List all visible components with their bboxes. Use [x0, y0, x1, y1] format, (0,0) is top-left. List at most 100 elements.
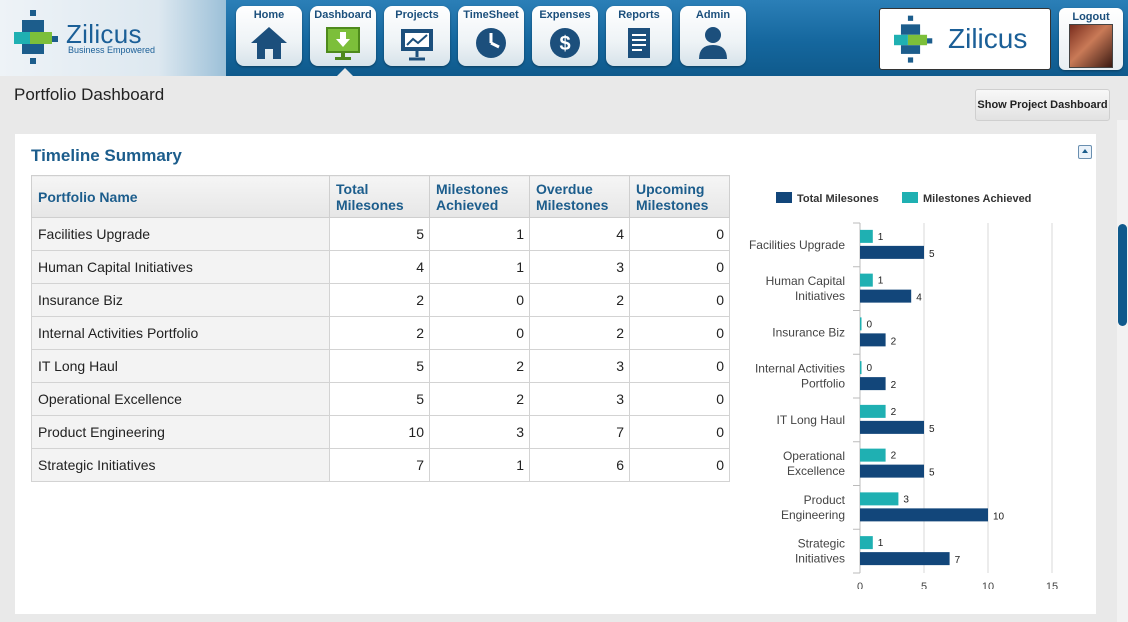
avatar	[1069, 24, 1113, 68]
bar-total	[860, 420, 924, 434]
cell-portfolio-name: Human Capital Initiatives	[31, 250, 330, 284]
cell-value: 2	[429, 349, 530, 383]
legend-swatch-achieved	[902, 192, 918, 203]
data-label-total: 7	[955, 555, 961, 566]
cell-portfolio-name: Facilities Upgrade	[31, 217, 330, 251]
bar-achieved	[860, 404, 886, 418]
table-row[interactable]: IT Long Haul 5 2 3 0	[31, 349, 730, 383]
zilicus-logo-icon	[14, 10, 58, 64]
bar-total	[860, 464, 924, 478]
data-label-achieved: 1	[878, 232, 884, 243]
category-label: Insurance Biz	[772, 325, 845, 339]
cell-portfolio-name: Strategic Initiatives	[31, 448, 330, 482]
bar-achieved	[860, 492, 899, 506]
table-header-row: Portfolio Name Total Milesones Milestone…	[31, 175, 730, 218]
projects-icon	[401, 29, 433, 61]
col-header-total-milestones[interactable]: Total Milesones	[329, 175, 430, 218]
legend-swatch-total	[776, 192, 792, 203]
col-header-upcoming-milestones[interactable]: Upcoming Milestones	[629, 175, 730, 218]
nav-timesheet[interactable]: TimeSheet	[458, 6, 524, 66]
home-icon	[251, 27, 287, 59]
col-header-overdue-milestones[interactable]: Overdue Milestones	[529, 175, 630, 218]
report-icon	[628, 28, 650, 58]
cell-portfolio-name: Insurance Biz	[31, 283, 330, 317]
scrollbar-track[interactable]	[1117, 120, 1128, 622]
cell-value: 3	[529, 382, 630, 416]
cell-value: 0	[429, 316, 530, 350]
bar-achieved	[860, 536, 873, 550]
logout-button[interactable]: Logout	[1059, 8, 1123, 70]
timeline-table: Portfolio Name Total Milesones Milestone…	[31, 175, 730, 482]
cell-value: 0	[629, 250, 730, 284]
nav-expenses-label: Expenses	[539, 9, 591, 21]
brand-logo-box: Zilicus	[879, 8, 1051, 70]
logo-area[interactable]: Zilicus Business Empowered	[0, 0, 226, 76]
category-label: Initiatives	[795, 552, 845, 566]
nav-projects-label: Projects	[395, 9, 439, 21]
cell-value: 0	[629, 382, 730, 416]
cell-value: 0	[629, 349, 730, 383]
col-header-milestones-achieved[interactable]: Milestones Achieved	[429, 175, 530, 218]
table-row[interactable]: Internal Activities Portfolio 2 0 2 0	[31, 316, 730, 350]
bar-achieved	[860, 229, 873, 243]
clock-icon	[476, 28, 506, 58]
nav-expenses[interactable]: Expenses $	[532, 6, 598, 66]
main-nav: Home Dashboard Projects TimeSheet Expens…	[236, 6, 746, 76]
nav-dashboard-label: Dashboard	[314, 9, 372, 21]
brand-text: Zilicus	[948, 23, 1028, 54]
scrollbar-thumb[interactable]	[1118, 224, 1127, 326]
category-label: Engineering	[781, 508, 845, 522]
panel-title: Timeline Summary	[31, 146, 182, 165]
collapse-icon[interactable]	[1078, 145, 1092, 159]
dollar-icon: $	[550, 28, 580, 58]
cell-value: 5	[329, 382, 430, 416]
table-row[interactable]: Operational Excellence 5 2 3 0	[31, 382, 730, 416]
x-tick-label: 15	[1046, 581, 1058, 589]
table-row[interactable]: Human Capital Initiatives 4 1 3 0	[31, 250, 730, 284]
x-tick-label: 0	[857, 581, 863, 589]
nav-dashboard[interactable]: Dashboard	[310, 6, 376, 76]
data-label-total: 5	[929, 424, 935, 435]
category-label: Operational	[783, 449, 845, 463]
cell-value: 2	[329, 283, 430, 317]
table-row[interactable]: Facilities Upgrade 5 1 4 0	[31, 217, 730, 251]
category-label: Portfolio	[801, 377, 845, 391]
category-label: IT Long Haul	[777, 413, 846, 427]
legend-label-achieved: Milestones Achieved	[923, 193, 1031, 205]
category-label: Excellence	[787, 464, 845, 478]
col-header-portfolio-name[interactable]: Portfolio Name	[31, 175, 330, 218]
category-label: Initiatives	[795, 289, 845, 303]
nav-projects[interactable]: Projects	[384, 6, 450, 66]
nav-home-label: Home	[253, 9, 285, 21]
data-label-achieved: 3	[903, 494, 909, 505]
nav-admin[interactable]: Admin	[680, 6, 746, 66]
show-project-dashboard-button[interactable]: Show Project Dashboard	[975, 89, 1110, 121]
data-label-achieved: 0	[867, 363, 873, 374]
svg-text:$: $	[559, 33, 570, 55]
data-label-total: 10	[993, 511, 1005, 522]
table-row[interactable]: Insurance Biz 2 0 2 0	[31, 283, 730, 317]
cell-value: 0	[629, 448, 730, 482]
table-row[interactable]: Strategic Initiatives 7 1 6 0	[31, 448, 730, 482]
cell-value: 0	[629, 316, 730, 350]
table-row[interactable]: Product Engineering 10 3 7 0	[31, 415, 730, 449]
category-label: Strategic	[798, 537, 845, 551]
data-label-total: 5	[929, 249, 935, 260]
cell-value: 10	[329, 415, 430, 449]
nav-reports[interactable]: Reports	[606, 6, 672, 66]
bar-total	[860, 508, 988, 522]
bar-total	[860, 245, 924, 259]
category-label: Human Capital	[766, 274, 845, 288]
page-title: Portfolio Dashboard	[14, 85, 165, 104]
nav-home[interactable]: Home	[236, 6, 302, 66]
timeline-summary-panel: Timeline Summary Portfolio Name Total Mi…	[15, 134, 1096, 614]
logo-tagline: Business Empowered	[68, 45, 156, 55]
category-label: Internal Activities	[755, 362, 845, 376]
bar-achieved	[860, 273, 873, 287]
cell-portfolio-name: Operational Excellence	[31, 382, 330, 416]
bar-achieved	[860, 361, 862, 375]
cell-value: 0	[629, 217, 730, 251]
data-label-achieved: 1	[878, 276, 884, 287]
data-label-achieved: 2	[891, 451, 897, 462]
cell-value: 7	[329, 448, 430, 482]
